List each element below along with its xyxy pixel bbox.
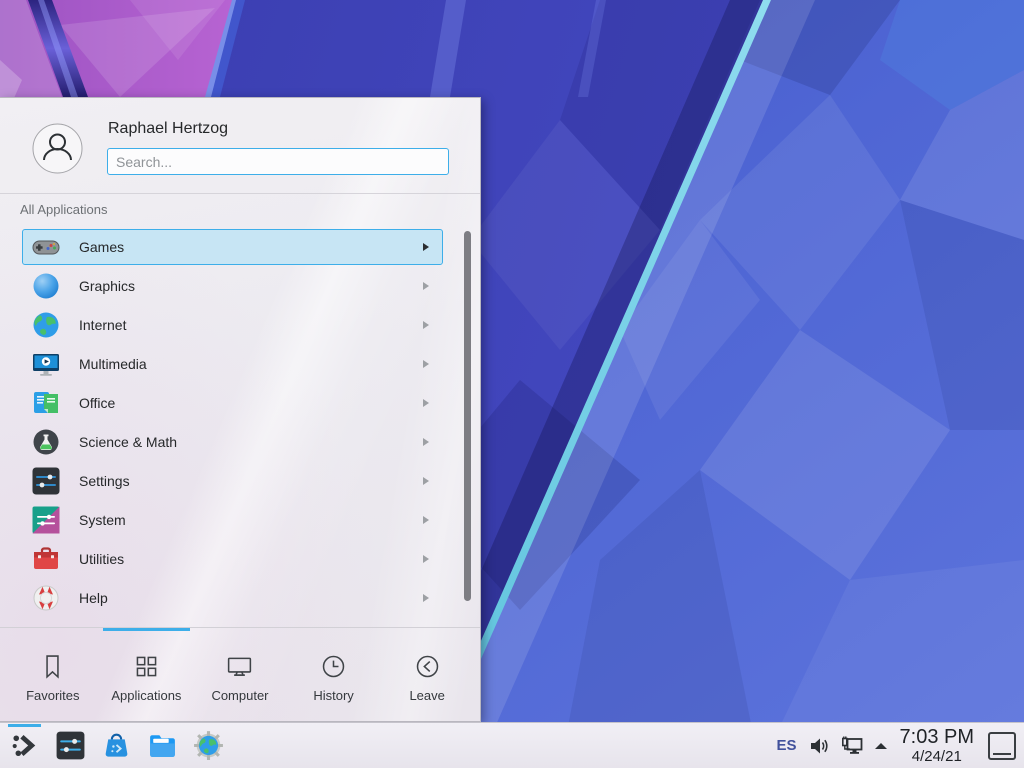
- graphics-icon: [30, 270, 62, 302]
- system-tray: ES 7:03 PM: [777, 723, 1017, 768]
- list-divider: [0, 627, 480, 628]
- tab-label: History: [313, 688, 353, 703]
- desktop: Raphael Hertzog All Applications Games G…: [0, 0, 1024, 768]
- category-science-math[interactable]: Science & Math: [22, 424, 443, 460]
- submenu-arrow-icon: [423, 555, 429, 563]
- section-label: All Applications: [20, 202, 107, 217]
- category-label: System: [79, 512, 126, 528]
- active-app-indicator: [8, 724, 41, 727]
- leave-icon: [413, 652, 442, 681]
- category-settings[interactable]: Settings: [22, 463, 443, 499]
- clock-time: 7:03 PM: [900, 727, 974, 747]
- taskbar-system-settings[interactable]: [54, 729, 87, 762]
- taskbar: ES 7:03 PM: [0, 722, 1024, 768]
- taskbar-discover[interactable]: [100, 729, 133, 762]
- submenu-arrow-icon: [423, 594, 429, 602]
- taskbar-file-manager[interactable]: [146, 729, 179, 762]
- tab-history[interactable]: History: [287, 631, 381, 722]
- history-icon: [319, 652, 348, 681]
- tab-label: Computer: [211, 688, 268, 703]
- tab-label: Applications: [111, 688, 181, 703]
- category-help[interactable]: Help: [22, 580, 443, 616]
- category-label: Games: [79, 239, 124, 255]
- favorites-icon: [38, 652, 67, 681]
- submenu-arrow-icon: [423, 282, 429, 290]
- taskbar-app-icons: [8, 723, 225, 768]
- browser-icon: [192, 729, 225, 762]
- application-launcher-popup: Raphael Hertzog All Applications Games G…: [0, 97, 481, 722]
- submenu-arrow-icon: [423, 477, 429, 485]
- submenu-arrow-icon: [423, 243, 429, 251]
- kickoff-icon: [8, 729, 41, 762]
- user-name: Raphael Hertzog: [108, 120, 228, 138]
- scrollbar[interactable]: [464, 231, 471, 601]
- category-office[interactable]: Office: [22, 385, 443, 421]
- submenu-arrow-icon: [423, 321, 429, 329]
- tab-computer[interactable]: Computer: [193, 631, 287, 722]
- category-label: Graphics: [79, 278, 135, 294]
- office-icon: [30, 387, 62, 419]
- category-graphics[interactable]: Graphics: [22, 268, 443, 304]
- expand-tray-caret-icon[interactable]: [872, 737, 890, 755]
- header-divider: [0, 193, 480, 194]
- digital-clock[interactable]: 7:03 PM 4/24/21: [900, 727, 974, 764]
- category-system[interactable]: System: [22, 502, 443, 538]
- computer-icon: [225, 652, 254, 681]
- taskbar-application-launcher[interactable]: [8, 729, 41, 762]
- category-multimedia[interactable]: Multimedia: [22, 346, 443, 382]
- clock-date: 4/24/21: [912, 749, 962, 764]
- category-games[interactable]: Games: [22, 229, 443, 265]
- help-icon: [30, 582, 62, 614]
- category-internet[interactable]: Internet: [22, 307, 443, 343]
- discover-icon: [100, 729, 133, 762]
- utilities-icon: [30, 543, 62, 575]
- category-label: Science & Math: [79, 434, 177, 450]
- taskbar-web-browser[interactable]: [192, 729, 225, 762]
- category-list: Games Graphics Internet Multimedia Offic…: [0, 220, 480, 627]
- category-utilities[interactable]: Utilities: [22, 541, 443, 577]
- category-label: Help: [79, 590, 108, 606]
- tab-label: Favorites: [26, 688, 79, 703]
- settings-icon: [30, 465, 62, 497]
- multimedia-icon: [30, 348, 62, 380]
- volume-icon[interactable]: [808, 734, 832, 758]
- search-input[interactable]: [107, 148, 449, 175]
- system-icon: [30, 504, 62, 536]
- category-label: Settings: [79, 473, 130, 489]
- applications-icon: [132, 652, 161, 681]
- system-settings-icon: [54, 729, 87, 762]
- tab-favorites[interactable]: Favorites: [6, 631, 100, 722]
- category-label: Office: [79, 395, 115, 411]
- submenu-arrow-icon: [423, 438, 429, 446]
- games-icon: [30, 231, 62, 263]
- show-desktop-button[interactable]: [988, 732, 1016, 760]
- submenu-arrow-icon: [423, 399, 429, 407]
- launcher-tabbar: Favorites Applications Computer History …: [0, 631, 480, 722]
- submenu-arrow-icon: [423, 360, 429, 368]
- internet-icon: [30, 309, 62, 341]
- user-avatar[interactable]: [32, 123, 83, 174]
- keyboard-layout-indicator[interactable]: ES: [777, 737, 797, 754]
- category-label: Multimedia: [79, 356, 147, 372]
- submenu-arrow-icon: [423, 516, 429, 524]
- launcher-header: Raphael Hertzog: [0, 98, 480, 193]
- tab-leave[interactable]: Leave: [380, 631, 474, 722]
- tab-applications[interactable]: Applications: [100, 631, 194, 722]
- dolphin-icon: [146, 729, 179, 762]
- science-icon: [30, 426, 62, 458]
- network-icon[interactable]: [840, 734, 864, 758]
- category-label: Internet: [79, 317, 126, 333]
- category-label: Utilities: [79, 551, 124, 567]
- tab-label: Leave: [409, 688, 444, 703]
